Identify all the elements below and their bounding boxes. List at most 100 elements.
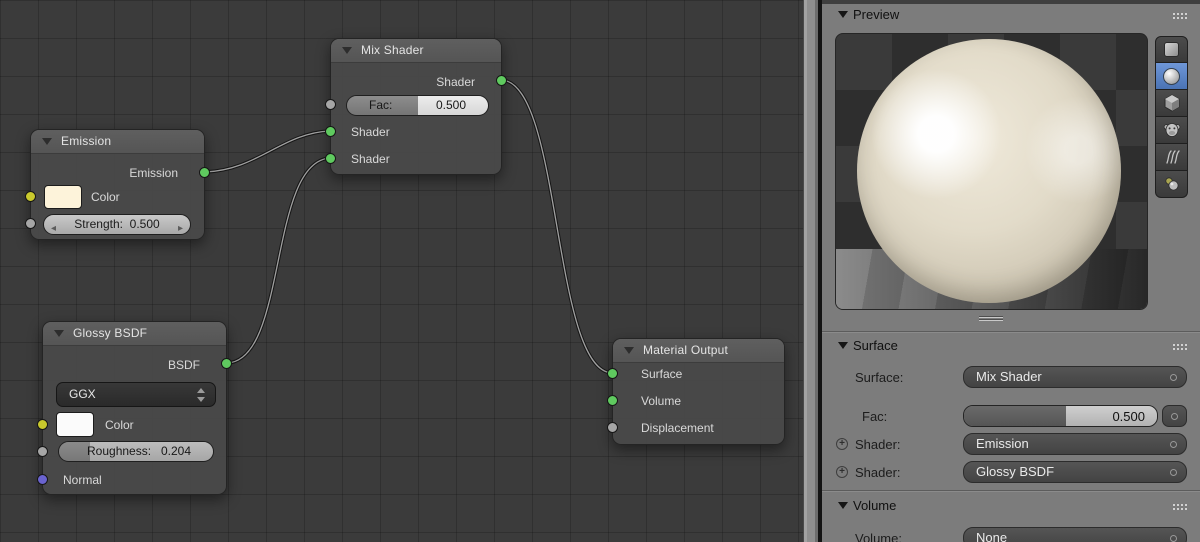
mix-output-socket[interactable] [496, 75, 507, 86]
node-dot-icon [1171, 413, 1178, 420]
preview-section-title: Preview [853, 7, 900, 22]
preview-resize-grip[interactable] [979, 316, 1003, 322]
expand-plus-icon[interactable]: + [836, 466, 848, 478]
output-volume-label: Volume [641, 394, 682, 408]
volume-value-button[interactable]: None [963, 527, 1187, 542]
shader2-value: Glossy BSDF [976, 464, 1055, 479]
node-mix-shader[interactable]: Mix Shader Shader Fac: 0.500 Shader Shad… [325, 38, 507, 175]
decrement-arrow-icon[interactable]: ◂ [51, 219, 56, 238]
glossy-normal-socket[interactable] [37, 474, 48, 485]
region-divider-scrollbar[interactable] [803, 0, 822, 542]
shader1-value-button[interactable]: Emission [963, 433, 1187, 455]
surface-value: Mix Shader [976, 369, 1042, 384]
section-collapse-triangle-icon[interactable] [838, 342, 848, 349]
glossy-roughness-slider[interactable]: Roughness: 0.204 [58, 441, 214, 462]
preview-section-header[interactable]: Preview [822, 4, 1200, 26]
preview-mode-monkey-button[interactable] [1155, 117, 1188, 144]
node-editor-canvas[interactable]: Emission Emission Color ◂ Strength: 0.50… [0, 0, 803, 542]
roughness-value: 0.204 [160, 444, 191, 458]
preview-mode-buttons [1155, 36, 1188, 198]
output-displacement-label: Displacement [641, 421, 714, 435]
output-surface-socket[interactable] [607, 368, 618, 379]
sphere-icon [1163, 67, 1180, 85]
glossy-roughness-socket[interactable] [37, 446, 48, 457]
glossy-color-socket[interactable] [37, 419, 48, 430]
glossy-distribution-dropdown[interactable]: GGX [56, 382, 216, 407]
node-title: Mix Shader [361, 43, 424, 57]
section-collapse-triangle-icon[interactable] [838, 11, 848, 18]
fac-extra-button[interactable] [1162, 405, 1187, 427]
preview-sphere [857, 39, 1121, 303]
node-dot-icon [1170, 441, 1177, 448]
preview-mode-spheres-button[interactable] [1155, 171, 1188, 198]
properties-panel: Preview Surface Surface: Mix Shader Fac:… [822, 0, 1200, 542]
fac-prop-label: Fac: [862, 409, 888, 424]
fac-label: Fac: [369, 98, 393, 112]
increment-arrow-icon[interactable]: ▸ [178, 219, 183, 238]
collapse-triangle-icon[interactable] [54, 330, 64, 337]
surface-prop-label: Surface: [855, 370, 904, 385]
emission-color-swatch[interactable] [44, 185, 82, 209]
dropdown-arrows-icon [197, 388, 206, 402]
preview-mode-cube-button[interactable] [1155, 90, 1188, 117]
collapse-triangle-icon[interactable] [342, 47, 352, 54]
spheres-cluster-icon [1164, 177, 1178, 191]
fac-value: 0.500 [1112, 409, 1145, 424]
mix-fac-socket[interactable] [325, 99, 336, 110]
monkey-icon [1163, 123, 1180, 137]
strength-label: Strength: [74, 217, 123, 231]
surface-value-button[interactable]: Mix Shader [963, 366, 1187, 388]
node-dot-icon [1170, 469, 1177, 476]
volume-section-title: Volume [853, 498, 897, 513]
wire-emission-to-mix [203, 129, 332, 174]
node-glossy-header[interactable]: Glossy BSDF [43, 322, 226, 346]
glossy-output-label: BSDF [167, 358, 200, 372]
node-mix-shader-header[interactable]: Mix Shader [331, 39, 501, 63]
emission-color-socket[interactable] [25, 191, 36, 202]
mix-input1-label: Shader [351, 125, 390, 139]
node-material-output[interactable]: Material Output Surface Volume Displacem… [607, 338, 785, 445]
emission-strength-field[interactable]: ◂ Strength: 0.500 ▸ [43, 214, 191, 235]
mix-fac-slider[interactable]: Fac: 0.500 [346, 95, 489, 116]
collapse-triangle-icon[interactable] [42, 138, 52, 145]
surface-section-title: Surface [853, 338, 898, 353]
preview-mode-flat-button[interactable] [1155, 36, 1188, 63]
volume-section-header[interactable]: Volume [822, 495, 1200, 517]
wire-mix-to-output [500, 78, 614, 375]
volume-prop-label: Volume: [855, 531, 902, 542]
fac-slider[interactable]: 0.500 [963, 405, 1158, 427]
panel-drag-grip-icon[interactable] [1172, 343, 1188, 350]
shader2-value-button[interactable]: Glossy BSDF [963, 461, 1187, 483]
mix-output-label: Shader [436, 75, 475, 89]
shader1-prop-label: Shader: [855, 437, 901, 452]
glossy-normal-label: Normal [63, 473, 102, 487]
surface-section-header[interactable]: Surface [822, 335, 1200, 357]
collapse-triangle-icon[interactable] [624, 347, 634, 354]
node-glossy-bsdf[interactable]: Glossy BSDF BSDF GGX Color Roughness: 0.… [37, 321, 232, 495]
panel-drag-grip-icon[interactable] [1172, 503, 1188, 510]
shader2-prop-label: Shader: [855, 465, 901, 480]
volume-value: None [976, 530, 1008, 542]
emission-output-socket[interactable] [199, 167, 210, 178]
blender-window: { "editor": { "nodes": { "mix_shader": {… [0, 0, 1200, 542]
emission-strength-socket[interactable] [25, 218, 36, 229]
mix-shader2-socket[interactable] [325, 153, 336, 164]
panel-drag-grip-icon[interactable] [1172, 12, 1188, 19]
node-material-output-header[interactable]: Material Output [613, 339, 784, 363]
node-title: Material Output [643, 343, 729, 357]
section-collapse-triangle-icon[interactable] [838, 502, 848, 509]
node-dot-icon [1170, 535, 1177, 542]
output-displacement-socket[interactable] [607, 422, 618, 433]
mix-shader1-socket[interactable] [325, 126, 336, 137]
output-volume-socket[interactable] [607, 395, 618, 406]
node-dot-icon [1170, 374, 1177, 381]
preview-mode-hair-button[interactable] [1155, 144, 1188, 171]
node-emission-header[interactable]: Emission [31, 130, 204, 154]
emission-color-label: Color [91, 190, 120, 204]
expand-plus-icon[interactable]: + [836, 438, 848, 450]
glossy-color-swatch[interactable] [56, 412, 94, 437]
glossy-output-socket[interactable] [221, 358, 232, 369]
node-title: Glossy BSDF [73, 326, 148, 340]
preview-mode-sphere-button[interactable] [1155, 63, 1188, 90]
node-emission[interactable]: Emission Emission Color ◂ Strength: 0.50… [25, 129, 210, 240]
